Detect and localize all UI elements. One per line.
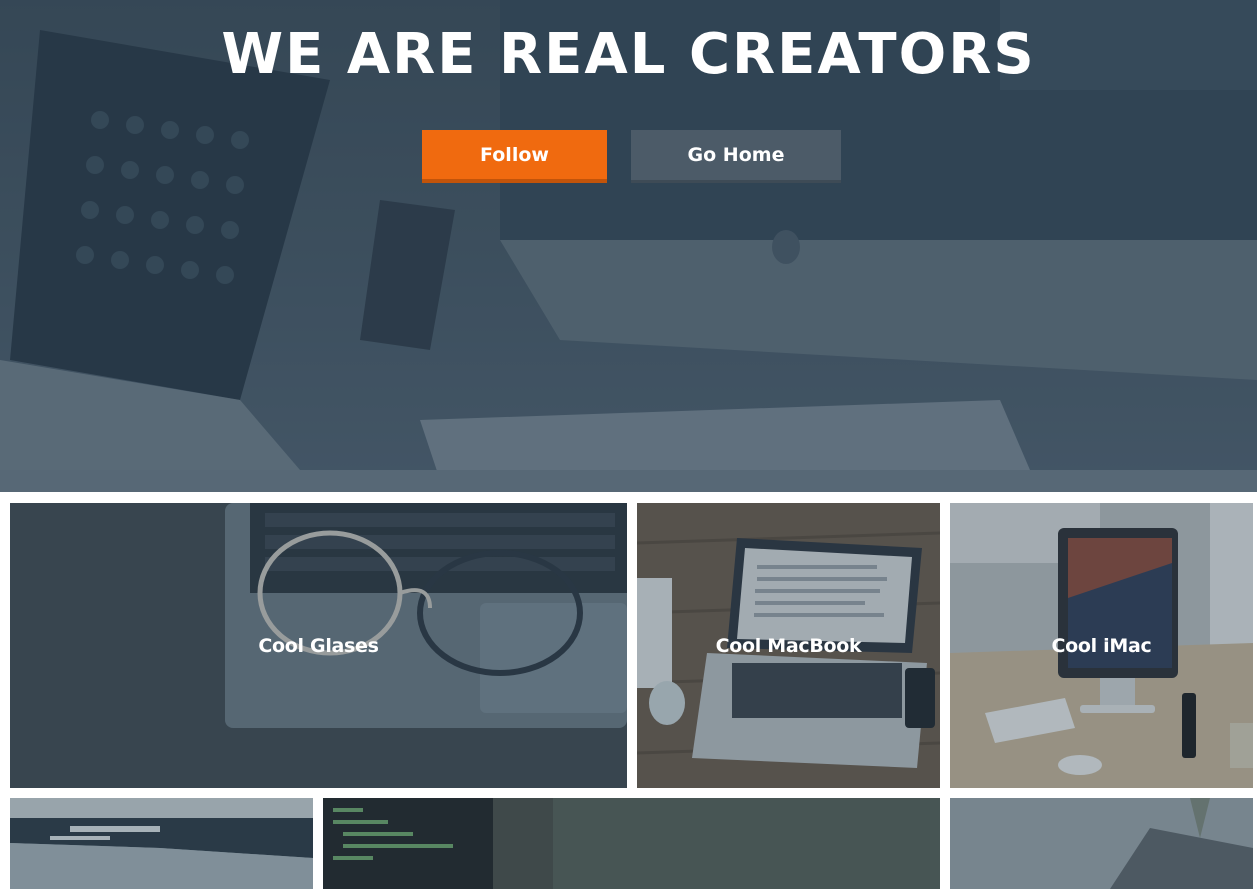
gallery-tile-4[interactable] bbox=[10, 798, 313, 889]
tile-label: Cool Glases bbox=[258, 634, 379, 657]
gallery-tile-macbook[interactable]: Cool MacBook bbox=[637, 503, 940, 788]
tile-overlay bbox=[10, 798, 313, 889]
gallery-tile-imac[interactable]: Cool iMac bbox=[950, 503, 1253, 788]
hero-section: WE ARE REAL CREATORS Follow Go Home bbox=[0, 0, 1257, 492]
tile-overlay bbox=[323, 798, 940, 889]
tile-overlay bbox=[950, 798, 1253, 889]
gallery-tile-6[interactable] bbox=[950, 798, 1253, 889]
hero-title: WE ARE REAL CREATORS bbox=[221, 22, 1036, 87]
go-home-button[interactable]: Go Home bbox=[631, 130, 841, 183]
follow-button[interactable]: Follow bbox=[422, 130, 607, 183]
gallery-tile-glasses[interactable]: Cool Glases bbox=[10, 503, 627, 788]
gallery-tile-5[interactable] bbox=[323, 798, 940, 889]
tile-label: Cool iMac bbox=[1051, 634, 1152, 657]
tile-label: Cool MacBook bbox=[715, 634, 862, 657]
